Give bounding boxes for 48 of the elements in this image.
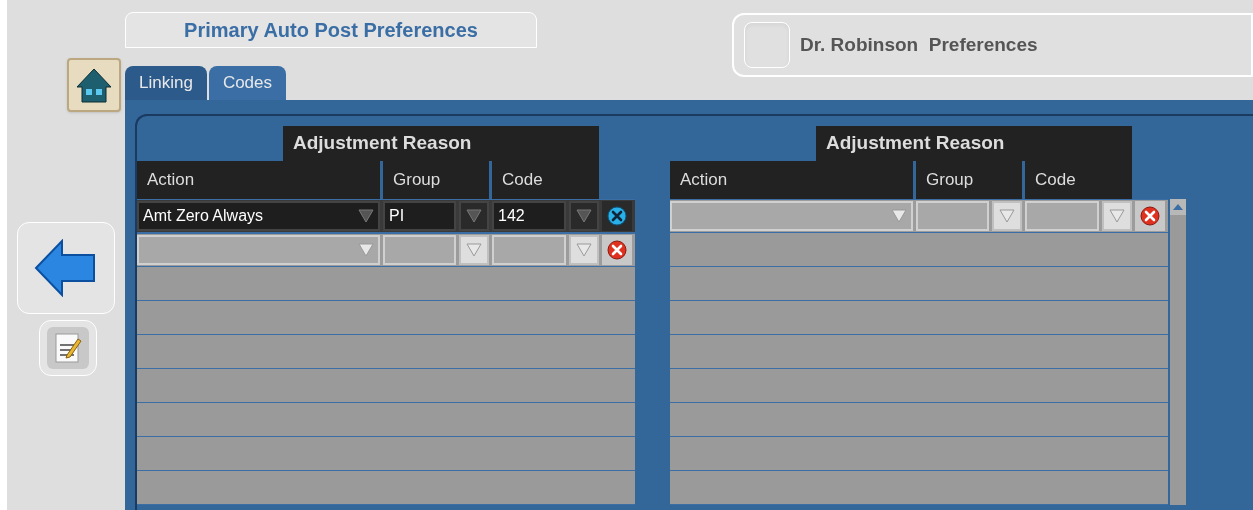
- dropdown-arrow-icon: [466, 243, 482, 257]
- action-dropdown[interactable]: Amt Zero Always: [137, 201, 380, 231]
- remove-icon: [1140, 206, 1160, 226]
- remove-icon: [607, 206, 627, 226]
- remove-button[interactable]: [1135, 201, 1165, 231]
- column-header: Code: [492, 161, 599, 199]
- header-checkbox[interactable]: [744, 22, 790, 68]
- column-header: Action: [670, 161, 913, 199]
- tab[interactable]: Linking: [125, 66, 207, 100]
- remove-icon: [607, 240, 627, 260]
- document-pencil-icon: [53, 331, 83, 365]
- group-field[interactable]: [383, 235, 456, 265]
- group-field[interactable]: [916, 201, 989, 231]
- left-arrow-icon: [34, 239, 98, 297]
- column-header: Action: [137, 161, 380, 199]
- group-field[interactable]: PI: [383, 201, 456, 231]
- dropdown-arrow-icon: [576, 243, 592, 257]
- group-header: Adjustment Reason: [816, 126, 1132, 161]
- scroll-up-button[interactable]: [1170, 199, 1186, 215]
- dropdown-arrow-icon: [358, 243, 374, 257]
- scrollbar[interactable]: [1170, 199, 1186, 505]
- grid-row[interactable]: [670, 199, 1168, 233]
- dropdown-button[interactable]: [459, 235, 489, 265]
- dropdown-arrow-icon: [358, 209, 374, 223]
- dropdown-button[interactable]: [992, 201, 1022, 231]
- column-header: Group: [916, 161, 1022, 199]
- column-header: Group: [383, 161, 489, 199]
- remove-button[interactable]: [602, 201, 632, 231]
- code-field[interactable]: 142: [492, 201, 566, 231]
- dropdown-arrow-icon: [576, 209, 592, 223]
- edit-button[interactable]: [39, 320, 97, 376]
- up-arrow-icon: [1173, 204, 1183, 210]
- dropdown-arrow-icon: [466, 209, 482, 223]
- code-field[interactable]: [492, 235, 566, 265]
- tab[interactable]: Codes: [208, 66, 286, 100]
- dropdown-arrow-icon: [999, 209, 1015, 223]
- dropdown-button[interactable]: [459, 201, 489, 231]
- header-title: Dr. Robinson Preferences: [800, 32, 1038, 57]
- code-field[interactable]: [1025, 201, 1099, 231]
- back-button[interactable]: [17, 222, 115, 314]
- grid-row[interactable]: Amt Zero Always PI 142: [137, 199, 635, 233]
- remove-button[interactable]: [602, 235, 632, 265]
- column-header: Code: [1025, 161, 1132, 199]
- home-button[interactable]: [67, 58, 121, 112]
- group-header: Adjustment Reason: [283, 126, 599, 161]
- dropdown-arrow-icon: [1109, 209, 1125, 223]
- dropdown-arrow-icon: [891, 209, 907, 223]
- grid-row[interactable]: [137, 233, 635, 267]
